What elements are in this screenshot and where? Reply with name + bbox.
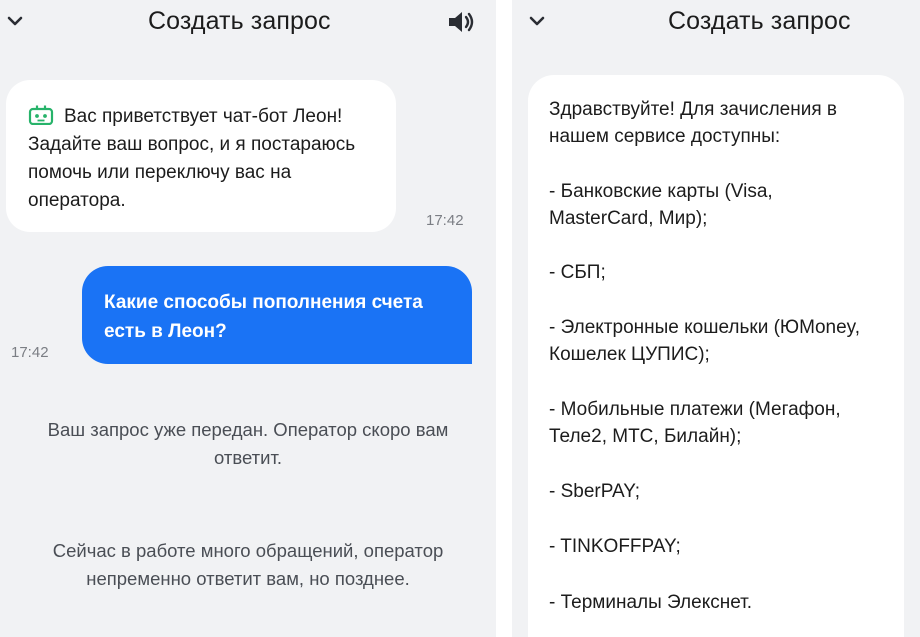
system-message: Сейчас в работе много обращений, операто… — [0, 537, 496, 593]
system-message: Ваш запрос уже передан. Оператор скоро в… — [0, 416, 496, 472]
message-line: - Мобильные платежи (Мегафон, — [549, 399, 841, 420]
panel-divider — [496, 0, 512, 637]
bot-message-time: 17:42 — [426, 212, 464, 229]
bot-message-line: помочь или переключу вас на — [28, 162, 292, 183]
page-title: Создать запрос — [148, 7, 331, 35]
message-line: MasterCard, Мир); — [549, 208, 708, 229]
system-message-line: ответит. — [213, 447, 283, 468]
speaker-icon[interactable] — [446, 8, 476, 36]
message-line: Теле2, МТС, Билайн); — [549, 426, 742, 447]
user-message-bubble: Какие способы пополнения счета есть в Ле… — [82, 266, 472, 364]
system-message-line: Сейчас в работе много обращений, операто… — [52, 540, 444, 561]
chat-panel-right: Создать запрос Здравствуйте! Для зачисле… — [512, 0, 920, 637]
chevron-down-icon[interactable] — [6, 14, 24, 28]
user-message-line: есть в Леон? — [104, 321, 227, 342]
bot-message-line: оператора. — [28, 190, 126, 211]
message-line: - SberPAY; — [549, 481, 640, 502]
message-line: - Банковские карты (Visa, — [549, 181, 773, 202]
bot-message-bubble: Вас приветствует чат-бот Леон! Задайте в… — [6, 80, 396, 232]
chevron-down-icon[interactable] — [528, 14, 546, 28]
system-message-line: непременно ответит вам, но позднее. — [86, 568, 410, 589]
message-line: Кошелек ЦУПИС); — [549, 344, 710, 365]
message-line: - Терминалы Элекснет. — [549, 592, 753, 613]
bot-message-text: Вас приветствует чат-бот Леон! Задайте в… — [28, 103, 388, 215]
chat-header: Создать запрос — [0, 0, 496, 44]
user-message-line: Какие способы пополнения счета — [104, 292, 423, 313]
user-message-text: Какие способы пополнения счета есть в Ле… — [104, 288, 449, 346]
page-title: Создать запрос — [668, 7, 851, 35]
message-line: - Электронные кошельки (ЮMoney, — [549, 317, 861, 338]
bot-icon — [28, 105, 54, 125]
message-line: - СБП; — [549, 262, 606, 283]
bot-message-bubble: Здравствуйте! Для зачисления в нашем сер… — [528, 75, 904, 637]
message-line: нашем сервисе доступны: — [549, 126, 781, 147]
chat-header: Создать запрос — [512, 0, 920, 44]
bot-message-line: Задайте ваш вопрос, и я постараюсь — [28, 134, 356, 155]
message-line: - TINKOFFPAY; — [549, 536, 681, 557]
bot-message-line: Вас приветствует чат-бот Леон! — [64, 106, 343, 127]
chat-panel-left: Создать запрос Вас приветствует чат-бот … — [0, 0, 496, 637]
message-line: Здравствуйте! Для зачисления в — [549, 99, 837, 120]
system-message-line: Ваш запрос уже передан. Оператор скоро в… — [47, 419, 449, 440]
user-message-time: 17:42 — [11, 344, 49, 361]
